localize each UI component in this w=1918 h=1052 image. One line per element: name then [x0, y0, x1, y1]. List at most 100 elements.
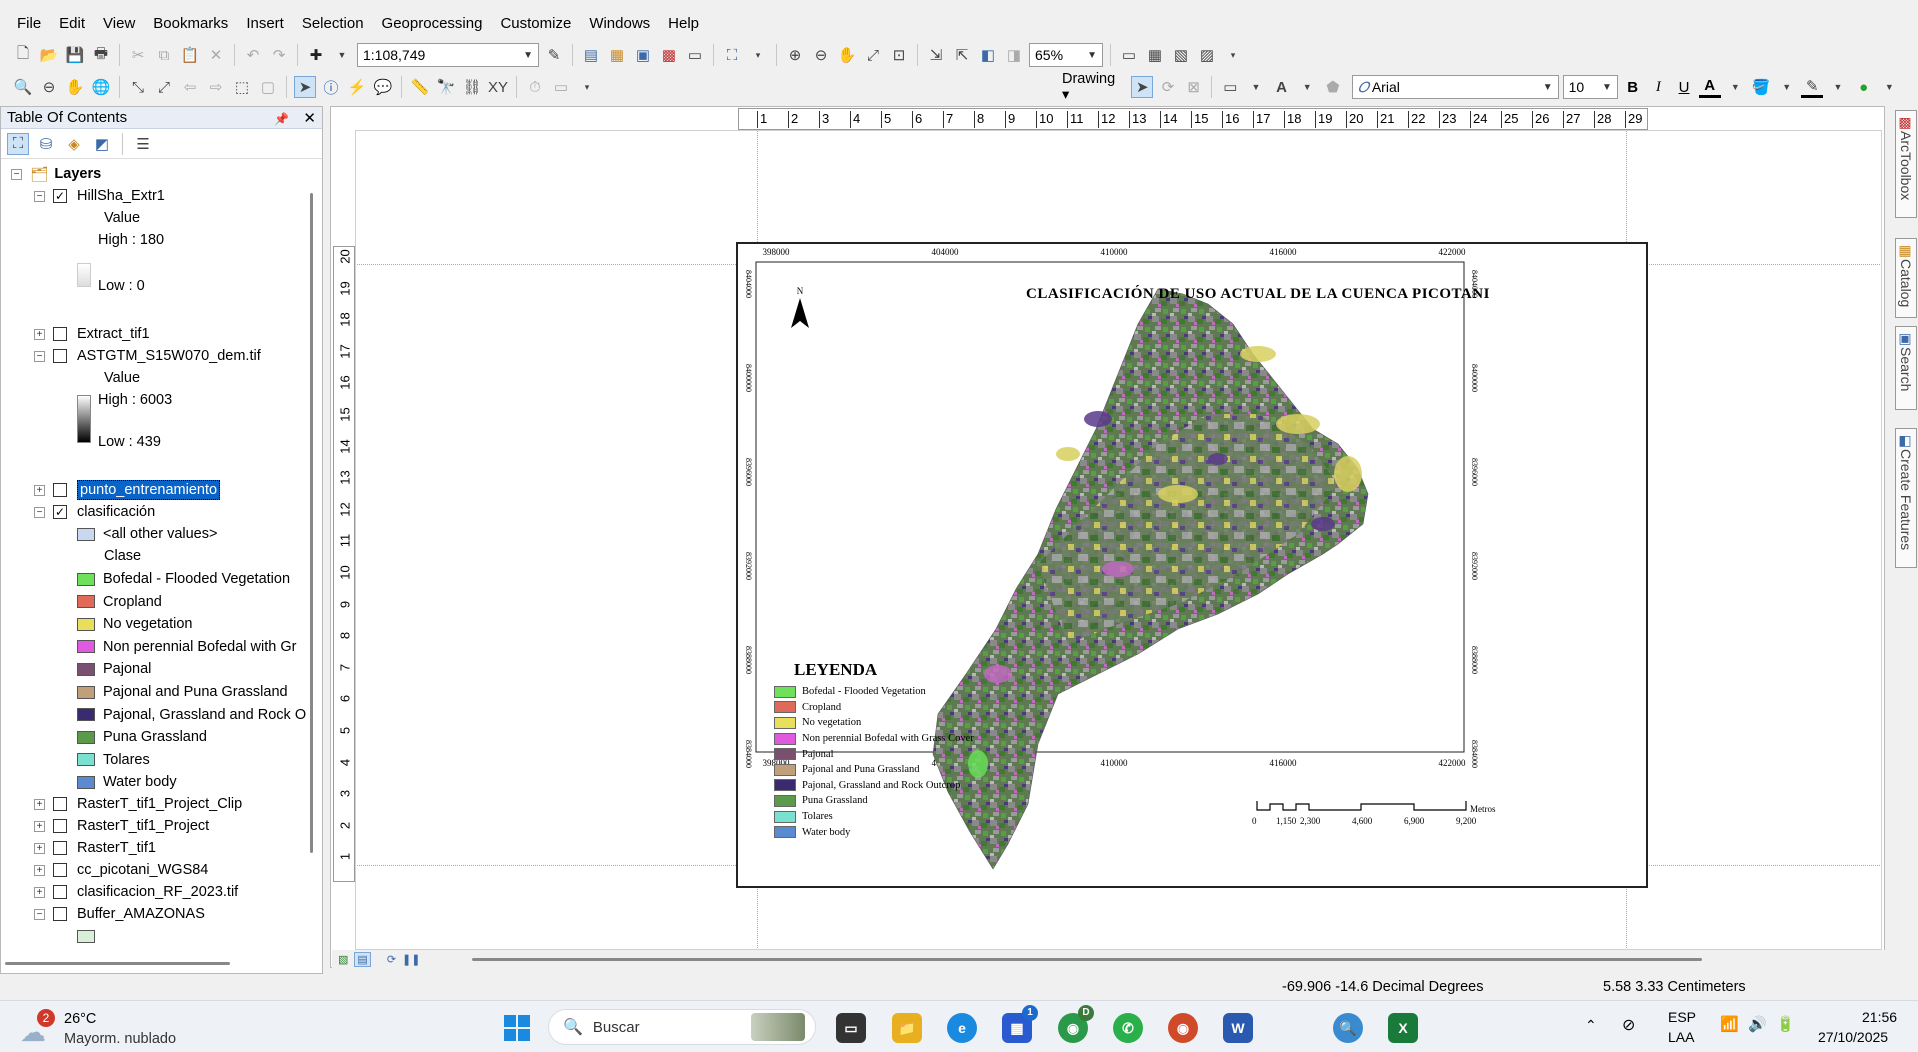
layout-pan-icon[interactable]: ✋	[836, 44, 858, 66]
arcmap-icon[interactable]: 🔍	[1333, 1013, 1363, 1043]
layer-rastert-project[interactable]: + RasterT_tif1_Project	[34, 815, 209, 837]
class-swatch[interactable]	[77, 753, 95, 767]
line-color-icon[interactable]: ✎	[1801, 76, 1824, 98]
toc-horizontal-scrollbar[interactable]	[5, 957, 305, 969]
layer-visibility-checkbox[interactable]	[53, 797, 67, 811]
clear-selection-icon[interactable]: ▢	[257, 76, 279, 98]
measure-icon[interactable]: 📏	[409, 76, 431, 98]
layer-extract-tif1[interactable]: + Extract_tif1	[34, 323, 150, 345]
excel-icon[interactable]: X	[1388, 1013, 1418, 1043]
legend-class-item[interactable]: Water body	[77, 771, 177, 793]
chevron-up-icon[interactable]: ⌃	[1585, 1017, 1597, 1034]
scroll-thumb[interactable]	[5, 962, 230, 965]
list-by-visibility-icon[interactable]: ◈	[63, 133, 85, 155]
toc-vertical-scrollbar[interactable]	[306, 163, 318, 953]
python-window-icon[interactable]: ▭	[684, 44, 706, 66]
layout-zoom-in-icon[interactable]: ⊕	[784, 44, 806, 66]
edit-vertices-icon[interactable]: ⬟	[1322, 76, 1344, 98]
focus-data-frame-icon[interactable]: ▦	[1144, 44, 1166, 66]
zoom-to-selected-icon[interactable]: ⊠	[1183, 76, 1205, 98]
legend-class-item[interactable]: Puna Grassland	[77, 726, 207, 748]
menu-windows[interactable]: Windows	[580, 15, 659, 32]
edge-browser-icon[interactable]: e	[947, 1013, 977, 1043]
legend-class-item[interactable]: Non perennial Bofedal with Gr	[77, 636, 296, 658]
list-by-drawing-order-icon[interactable]: ⛶	[7, 132, 29, 155]
tab-create-features[interactable]: ◧ Create Features	[1895, 428, 1917, 568]
layer-visibility-checkbox[interactable]	[53, 885, 67, 899]
legend-class-item[interactable]: No vegetation	[77, 613, 192, 635]
chrome-icon[interactable]: ◉	[1168, 1013, 1198, 1043]
layout-zoom-out-icon[interactable]: ⊖	[810, 44, 832, 66]
menu-view[interactable]: View	[94, 15, 144, 32]
taskbar-search-box[interactable]: 🔍 Buscar	[548, 1009, 816, 1045]
font-color-icon[interactable]: A	[1698, 76, 1721, 98]
weather-widget[interactable]: ☁ 2 26°C Mayorm. nublado	[20, 1009, 220, 1049]
font-color-dropdown-icon[interactable]: ▼	[1725, 76, 1747, 98]
collapse-icon[interactable]: −	[34, 190, 45, 202]
pin-icon[interactable]: 📌	[274, 112, 289, 126]
layer-visibility-checkbox[interactable]	[53, 483, 67, 497]
layer-visibility-checkbox[interactable]	[53, 349, 67, 363]
go-back-extent-icon[interactable]: ◧	[977, 44, 999, 66]
expand-icon[interactable]: +	[34, 484, 45, 496]
copy-icon[interactable]: ⧉	[153, 44, 175, 66]
clock-date[interactable]: 27/10/2025	[1818, 1029, 1888, 1045]
toolbar-overflow-icon[interactable]: ▾	[1222, 44, 1244, 66]
scale-bar[interactable]: 0 1,150 2,300 4,600 6,900 9,200 Metros	[1238, 800, 1538, 840]
class-swatch[interactable]	[77, 640, 95, 654]
horizontal-scrollbar-thumb[interactable]	[472, 958, 1702, 961]
windows-start-icon[interactable]	[502, 1013, 532, 1043]
chrome-profile-icon[interactable]: ◉ D	[1058, 1005, 1094, 1043]
search-window-icon[interactable]: ▣	[632, 44, 654, 66]
menu-file[interactable]: File	[8, 15, 50, 32]
menu-selection[interactable]: Selection	[293, 15, 373, 32]
layer-cc-picotani[interactable]: + cc_picotani_WGS84	[34, 859, 208, 881]
data-view-icon[interactable]: ▧	[338, 953, 348, 966]
class-swatch[interactable]	[77, 572, 95, 586]
legend-class-item[interactable]: Pajonal	[77, 658, 151, 680]
vertical-ruler[interactable]: 20 19 18 17 16 15 14 13 12 11 10 9 8 7 6 5 4 3 2 1	[333, 246, 355, 882]
zoom-in-icon[interactable]: 🔍	[12, 76, 34, 98]
map-scale-combo[interactable]: 1:108,749 ▼	[357, 43, 539, 67]
toolbar-overflow-icon[interactable]: ▾	[747, 44, 769, 66]
pan-icon[interactable]: ✋	[64, 76, 86, 98]
file-explorer-icon[interactable]: 📁	[892, 1013, 922, 1043]
full-extent-icon[interactable]: 🌐	[90, 76, 112, 98]
layer-clasificacion-rf[interactable]: + clasificacion_RF_2023.tif	[34, 881, 238, 903]
toolbar-overflow-icon[interactable]: ▾	[576, 76, 598, 98]
italic-button[interactable]: I	[1648, 76, 1670, 98]
language-indicator-2[interactable]: LAA	[1668, 1029, 1694, 1045]
line-color-dropdown-icon[interactable]: ▼	[1827, 76, 1849, 98]
horizontal-ruler[interactable]: 1 2 3 4 5 6 7 8 9 10 11 12 13 14 15 16 17 18 19 20 21 22 23 24 2…	[738, 108, 1648, 130]
task-view-icon[interactable]: ▭	[836, 1013, 866, 1043]
zoom-100-icon[interactable]: ⊡	[888, 44, 910, 66]
paste-icon[interactable]: 📋	[179, 44, 201, 66]
layer-visibility-checkbox[interactable]	[53, 907, 67, 921]
select-features-icon[interactable]: ⬚	[231, 76, 253, 98]
wifi-icon[interactable]: 📶	[1720, 1015, 1739, 1033]
select-elements-icon[interactable]: ➤	[294, 76, 316, 98]
layer-visibility-checkbox[interactable]	[53, 819, 67, 833]
go-to-xy-icon[interactable]: XY	[487, 76, 509, 98]
whatsapp-icon[interactable]: ✆	[1113, 1013, 1143, 1043]
class-swatch[interactable]	[77, 775, 95, 789]
expand-icon[interactable]: +	[34, 864, 45, 876]
model-builder-icon[interactable]: ⛶	[721, 44, 743, 66]
legend-class-item[interactable]: Pajonal, Grassland and Rock O	[77, 704, 306, 726]
fixed-zoom-in-icon[interactable]: ⇲	[925, 44, 947, 66]
layer-visibility-checkbox[interactable]: ✓	[53, 189, 67, 203]
arctoolbox-icon[interactable]: ▩	[658, 44, 680, 66]
fixed-zoom-in-map-icon[interactable]: ⤡	[127, 76, 149, 98]
tab-catalog[interactable]: ▦ Catalog	[1895, 238, 1917, 318]
north-arrow[interactable]: N	[788, 286, 812, 334]
add-data-dropdown-icon[interactable]: ▼	[331, 44, 353, 66]
layers-root[interactable]: − 🗂 Layers	[11, 163, 101, 185]
text-dropdown-icon[interactable]: ▼	[1296, 76, 1318, 98]
drawing-menu[interactable]: Drawing ▾	[1060, 71, 1127, 103]
expand-icon[interactable]: +	[34, 820, 45, 832]
layer-astgtm-dem[interactable]: − ASTGTM_S15W070_dem.tif	[34, 345, 261, 367]
print-icon[interactable]: 🖶	[90, 44, 112, 66]
save-icon[interactable]: 💾	[64, 44, 86, 66]
font-name-combo[interactable]: 𝑂 Arial ▼	[1351, 75, 1559, 99]
back-arrow-icon[interactable]: ⇦	[179, 76, 201, 98]
